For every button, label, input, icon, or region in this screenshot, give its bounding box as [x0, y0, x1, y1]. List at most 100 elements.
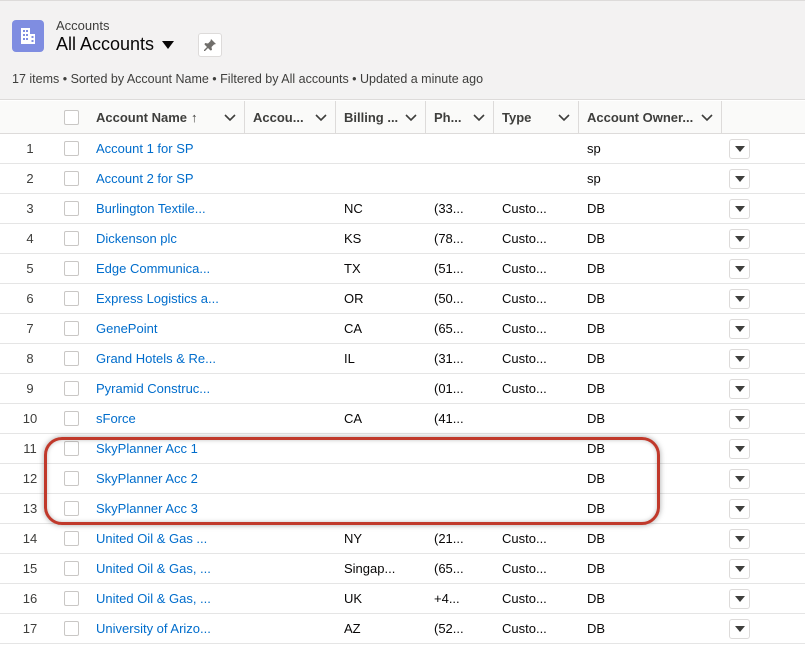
- chevron-down-icon[interactable]: [315, 112, 327, 124]
- column-header-account-owner[interactable]: Account Owner...: [579, 101, 722, 134]
- account-name-link[interactable]: Account 2 for SP: [96, 164, 236, 193]
- type-cell: [502, 494, 572, 523]
- type-cell: [502, 434, 572, 463]
- row-action-menu-button[interactable]: [729, 559, 750, 579]
- account-name-link[interactable]: University of Arizo...: [96, 614, 236, 643]
- row-action-menu-button[interactable]: [729, 289, 750, 309]
- account-name-link[interactable]: Burlington Textile...: [96, 194, 236, 223]
- owner-cell: DB: [587, 411, 606, 426]
- row-select-checkbox[interactable]: [64, 591, 79, 606]
- owner-cell: DB: [587, 471, 606, 486]
- row-select-checkbox[interactable]: [64, 441, 79, 456]
- row-select-checkbox[interactable]: [64, 621, 79, 636]
- row-select-checkbox[interactable]: [64, 261, 79, 276]
- type-cell: Custo...: [502, 381, 547, 396]
- select-all-checkbox[interactable]: [64, 110, 79, 125]
- row-action-menu-button[interactable]: [729, 319, 750, 339]
- phone-cell: (41...: [434, 411, 464, 426]
- row-select-checkbox[interactable]: [64, 201, 79, 216]
- row-number: 2: [26, 171, 34, 186]
- row-action-menu-button[interactable]: [729, 349, 750, 369]
- account-name-link[interactable]: Pyramid Construc...: [96, 374, 236, 403]
- row-action-menu-button[interactable]: [729, 409, 750, 429]
- row-action-menu-button[interactable]: [729, 139, 750, 159]
- row-select-checkbox[interactable]: [64, 531, 79, 546]
- account-name-link[interactable]: SkyPlanner Acc 1: [96, 434, 236, 463]
- type-cell: Custo...: [502, 261, 547, 276]
- chevron-down-icon[interactable]: [701, 112, 713, 124]
- table-row: 2 Account 2 for SP sp: [0, 164, 805, 194]
- row-action-menu-button[interactable]: [729, 589, 750, 609]
- table-row: 4 Dickenson plc KS (78... Custo... DB: [0, 224, 805, 254]
- column-header-billing-state[interactable]: Billing ...: [336, 101, 426, 134]
- row-action-menu-button[interactable]: [729, 469, 750, 489]
- row-action-menu-button[interactable]: [729, 259, 750, 279]
- row-action-menu-button[interactable]: [729, 199, 750, 219]
- row-select-checkbox[interactable]: [64, 321, 79, 336]
- row-select-checkbox[interactable]: [64, 411, 79, 426]
- row-action-menu-button[interactable]: [729, 229, 750, 249]
- chevron-down-icon[interactable]: [224, 112, 236, 124]
- table-row: 10 sForce CA (41... DB: [0, 404, 805, 434]
- row-action-menu-button[interactable]: [729, 379, 750, 399]
- row-select-checkbox[interactable]: [64, 291, 79, 306]
- pin-list-button[interactable]: [198, 33, 222, 57]
- row-number: 1: [26, 141, 34, 156]
- owner-cell: DB: [587, 231, 606, 246]
- row-action-menu-button[interactable]: [729, 439, 750, 459]
- row-select-checkbox[interactable]: [64, 351, 79, 366]
- chevron-down-icon[interactable]: [558, 112, 570, 124]
- owner-cell: DB: [587, 501, 606, 516]
- table-row: 1 Account 1 for SP sp: [0, 134, 805, 164]
- list-view-header: Accounts All Accounts 17 items • Sorted …: [0, 0, 805, 100]
- row-select-checkbox[interactable]: [64, 141, 79, 156]
- list-view-selector[interactable]: All Accounts: [56, 34, 175, 55]
- account-name-link[interactable]: United Oil & Gas ...: [96, 524, 236, 553]
- billing-state-cell: OR: [344, 291, 364, 306]
- phone-cell: [434, 434, 484, 463]
- row-number: 13: [22, 501, 38, 516]
- column-header-account-name[interactable]: Account Name ↑: [88, 101, 245, 134]
- account-name-link[interactable]: Dickenson plc: [96, 224, 236, 253]
- type-cell: Custo...: [502, 351, 547, 366]
- type-cell: [502, 164, 572, 193]
- type-cell: [502, 404, 572, 433]
- account-name-link[interactable]: United Oil & Gas, ...: [96, 554, 236, 583]
- row-select-checkbox[interactable]: [64, 231, 79, 246]
- account-name-link[interactable]: sForce: [96, 404, 236, 433]
- row-action-menu-button[interactable]: [729, 499, 750, 519]
- account-name-link[interactable]: SkyPlanner Acc 2: [96, 464, 236, 493]
- table-row: 6 Express Logistics a... OR (50... Custo... D…: [0, 284, 805, 314]
- type-cell: Custo...: [502, 321, 547, 336]
- chevron-down-icon[interactable]: [405, 112, 417, 124]
- row-select-checkbox[interactable]: [64, 561, 79, 576]
- column-header-account-site[interactable]: Accou...: [245, 101, 336, 134]
- row-action-menu-button[interactable]: [729, 529, 750, 549]
- column-header-type[interactable]: Type: [494, 101, 579, 134]
- row-number: 7: [26, 321, 34, 336]
- row-action-menu-button[interactable]: [729, 169, 750, 189]
- row-number: 14: [22, 531, 38, 546]
- row-select-checkbox[interactable]: [64, 381, 79, 396]
- account-name-link[interactable]: Account 1 for SP: [96, 134, 236, 163]
- table-row: 8 Grand Hotels & Re... IL (31... Custo... DB: [0, 344, 805, 374]
- row-select-checkbox[interactable]: [64, 501, 79, 516]
- phone-cell: (33...: [434, 201, 464, 216]
- column-header-phone[interactable]: Ph...: [426, 101, 494, 134]
- row-select-checkbox[interactable]: [64, 471, 79, 486]
- table-row: 9 Pyramid Construc... (01... Custo... DB: [0, 374, 805, 404]
- row-select-checkbox[interactable]: [64, 171, 79, 186]
- triangle-down-icon: [734, 296, 745, 302]
- billing-state-cell: NY: [344, 531, 363, 546]
- type-cell: Custo...: [502, 231, 547, 246]
- account-name-link[interactable]: SkyPlanner Acc 3: [96, 494, 236, 523]
- owner-cell: DB: [587, 261, 606, 276]
- account-name-link[interactable]: Express Logistics a...: [96, 284, 236, 313]
- row-action-menu-button[interactable]: [729, 619, 750, 639]
- account-name-link[interactable]: GenePoint: [96, 314, 236, 343]
- chevron-down-icon[interactable]: [473, 112, 485, 124]
- account-name-link[interactable]: United Oil & Gas, ...: [96, 584, 236, 613]
- account-name-link[interactable]: Grand Hotels & Re...: [96, 344, 236, 373]
- account-name-link[interactable]: Edge Communica...: [96, 254, 236, 283]
- owner-cell: DB: [587, 321, 606, 336]
